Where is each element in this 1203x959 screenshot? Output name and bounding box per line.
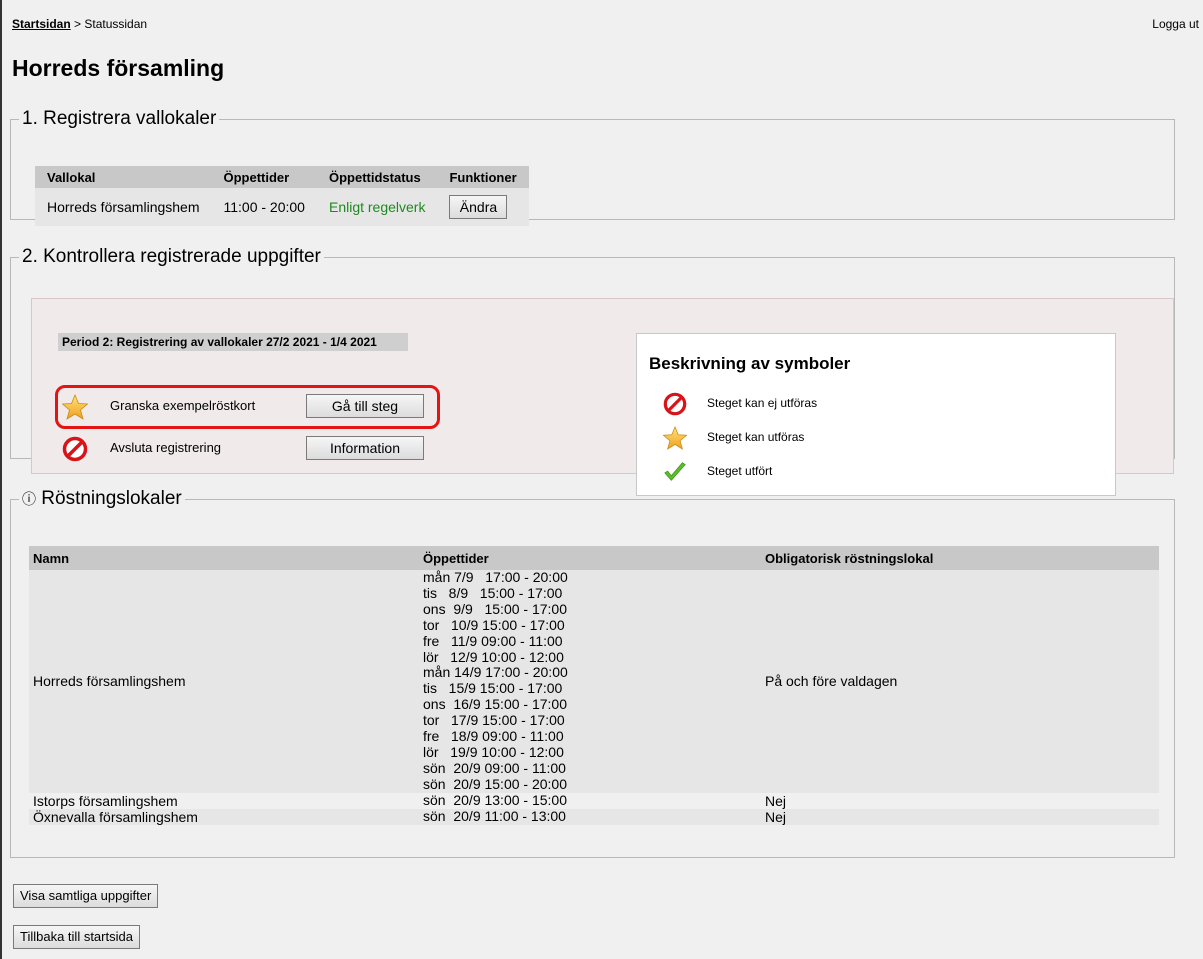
steps-panel: Period 2: Registrering av vallokaler 27/… (31, 298, 1174, 496)
section3-legend: ⓘ Röstningslokaler (19, 488, 185, 510)
hours-line: sön 20/9 09:00 - 11:00 (423, 759, 566, 776)
hours-line: tis 8/9 15:00 - 17:00 (423, 584, 563, 601)
station-name: Horreds församlingshem (47, 199, 200, 215)
column-header: Öppettidstatus (316, 166, 438, 188)
table-header-row: Vallokal Öppettider Öppettidstatus Funkt… (35, 166, 529, 188)
location-name: Istorps församlingshem (29, 792, 419, 809)
breadcrumb-current: Statussidan (84, 17, 148, 31)
page-title: Horreds församling (12, 55, 225, 81)
period-header: Period 2: Registrering av vallokaler 27/… (58, 333, 408, 351)
breadcrumb-separator: > (70, 17, 85, 31)
location-hours: sön 20/9 11:00 - 13:00 (419, 807, 761, 825)
column-header: Vallokal (35, 166, 212, 188)
mandatory-status: Nej (761, 808, 1159, 825)
table-header-row: Namn Öppettider Obligatorisk röstningslo… (29, 546, 1159, 570)
hours-line: fre 18/9 09:00 - 11:00 (423, 728, 564, 745)
breadcrumb-home-link[interactable]: Startsidan (12, 17, 71, 31)
checkmark-icon (664, 462, 686, 481)
edit-button[interactable]: Ändra (449, 195, 508, 219)
breadcrumb: Startsidan > Statussidan (12, 17, 147, 31)
legend-item-label: Steget utfört (707, 464, 773, 478)
information-button[interactable]: Information (306, 436, 424, 460)
station-functions-cell: Ändra (437, 188, 528, 226)
section-register-polling-stations: 1. Registrera vallokaler Vallokal Öppett… (10, 108, 1175, 226)
logout-link[interactable]: Logga ut (1152, 17, 1199, 31)
section3-legend-text: Röstningslokaler (41, 488, 182, 509)
hours-line: sön 20/9 13:00 - 15:00 (423, 791, 567, 808)
location-name: Öxnevalla församlingshem (29, 808, 419, 825)
highlight-annotation (55, 385, 440, 429)
window-edge (0, 0, 2, 959)
forbidden-icon (62, 436, 88, 462)
hours-line: tis 15/9 15:00 - 17:00 (423, 680, 563, 697)
hours-line: lör 12/9 10:00 - 12:00 (423, 648, 564, 665)
column-header: Öppettider (419, 546, 761, 570)
column-header: Funktioner (437, 166, 529, 188)
column-header: Namn (29, 546, 419, 570)
hours-line: lör 19/9 10:00 - 12:00 (423, 743, 564, 760)
hours-line: mån 14/9 17:00 - 20:00 (423, 664, 568, 681)
table-row: Horreds församlingshem 11:00 - 20:00 Enl… (35, 188, 529, 226)
section-voting-locations: ⓘ Röstningslokaler Namn Öppettider Oblig… (10, 488, 1175, 858)
hours-line: sön 20/9 11:00 - 13:00 (423, 807, 566, 824)
table-row: Horreds församlingshem mån 7/9 17:00 - 2… (29, 569, 1159, 793)
station-hours: 11:00 - 20:00 (223, 199, 305, 215)
step-label: Avsluta registrering (110, 440, 222, 455)
hours-line: sön 20/9 15:00 - 20:00 (423, 775, 567, 792)
hours-line: tor 17/9 15:00 - 17:00 (423, 712, 565, 729)
table-row: Öxnevalla församlingshem sön 20/9 11:00 … (29, 807, 1159, 825)
info-icon: ⓘ (22, 491, 36, 507)
legend-item-label: Steget kan ej utföras (707, 396, 818, 410)
mandatory-status: På och före valdagen (761, 570, 1159, 793)
back-to-start-button[interactable]: Tillbaka till startsida (13, 925, 140, 949)
section2-legend: 2. Kontrollera registrerade uppgifter (22, 246, 321, 267)
symbol-legend: Beskrivning av symboler Steget kan ej ut… (636, 333, 1116, 496)
hours-line: tor 10/9 15:00 - 17:00 (423, 616, 565, 633)
voting-locations-table: Namn Öppettider Obligatorisk röstningslo… (29, 546, 1159, 825)
section-check-registered-data: 2. Kontrollera registrerade uppgifter Pe… (10, 246, 1175, 496)
polling-station-table: Vallokal Öppettider Öppettidstatus Funkt… (35, 166, 529, 226)
hours-line: ons 9/9 15:00 - 17:00 (423, 600, 567, 617)
section1-legend: 1. Registrera vallokaler (22, 108, 217, 129)
column-header: Öppettider (211, 166, 317, 188)
location-hours: mån 7/9 17:00 - 20:00 tis 8/9 15:00 - 17… (419, 569, 761, 793)
show-all-data-button[interactable]: Visa samtliga uppgifter (13, 884, 159, 908)
star-icon (663, 426, 687, 450)
location-name: Horreds församlingshem (29, 570, 419, 793)
top-bar: Startsidan > Statussidan Logga ut (12, 17, 1203, 33)
hours-line: ons 16/9 15:00 - 17:00 (423, 696, 567, 713)
symbol-legend-title: Beskrivning av symboler (649, 354, 851, 373)
mandatory-status: Nej (761, 792, 1159, 809)
hours-line: mån 7/9 17:00 - 20:00 (423, 569, 568, 585)
station-hours-status: Enligt regelverk (328, 199, 426, 215)
column-header: Obligatorisk röstningslokal (761, 546, 1159, 570)
legend-item-label: Steget kan utföras (707, 430, 805, 444)
table-row: Istorps församlingshem sön 20/9 13:00 - … (29, 791, 1159, 809)
hours-line: fre 11/9 09:00 - 11:00 (423, 632, 563, 649)
forbidden-icon (663, 392, 687, 416)
location-hours: sön 20/9 13:00 - 15:00 (419, 791, 761, 809)
